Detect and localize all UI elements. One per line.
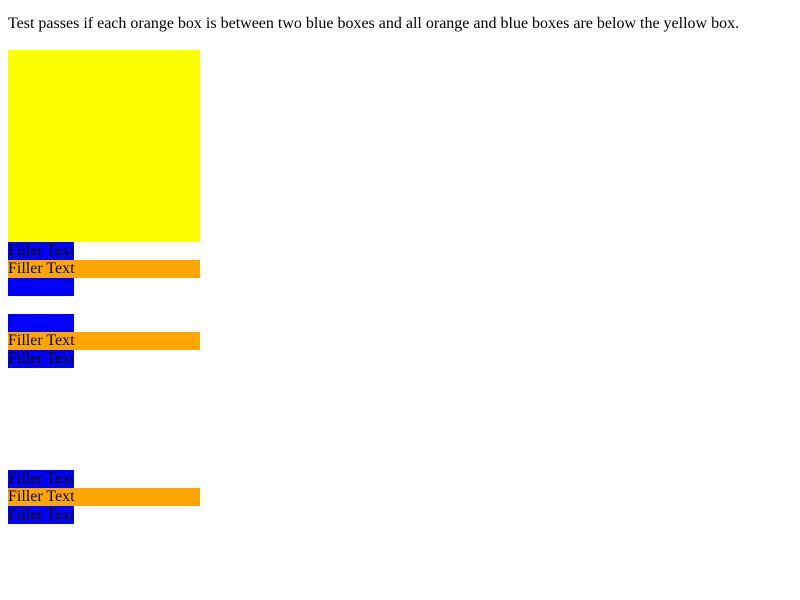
- blue-box-2a: [8, 314, 74, 332]
- test-instruction: Test passes if each orange box is betwee…: [8, 15, 740, 32]
- orange-box-3: Filler Text: [8, 488, 200, 506]
- blue-box-1a: Filler Text: [8, 242, 74, 260]
- blue-box-3a: Filler Text: [8, 470, 74, 488]
- blue-box-3b: Filler Text: [8, 506, 74, 524]
- blue-box-2b: Filler Text: [8, 350, 74, 368]
- yellow-box: [8, 50, 200, 242]
- orange-box-2: Filler Text: [8, 332, 200, 350]
- orange-box-1: Filler Text: [8, 260, 200, 278]
- blue-box-1b: [8, 278, 74, 296]
